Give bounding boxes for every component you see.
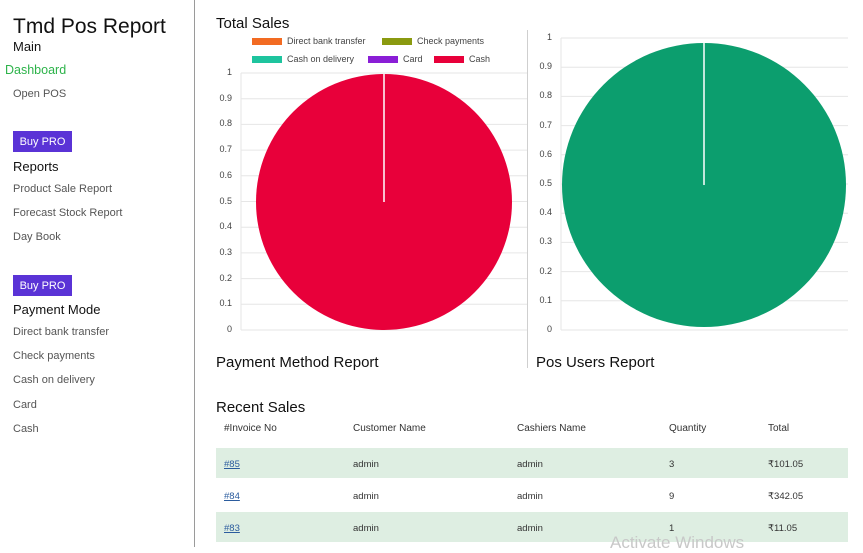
column-header-total: Total bbox=[768, 423, 790, 434]
total-cell: ₹101.05 bbox=[768, 459, 804, 470]
payment-method-report-heading: Payment Method Report bbox=[216, 354, 379, 371]
column-header-invoice: #Invoice No bbox=[224, 423, 277, 434]
total-cell: ₹11.05 bbox=[768, 523, 798, 534]
customer-cell: admin bbox=[353, 491, 379, 502]
invoice-link[interactable]: #85 bbox=[224, 459, 240, 470]
cashier-cell: admin bbox=[517, 523, 543, 534]
customer-cell: admin bbox=[353, 523, 379, 534]
table-row: #83 admin admin 1 ₹11.05 bbox=[216, 512, 848, 542]
invoice-link[interactable]: #84 bbox=[224, 491, 240, 502]
quantity-cell: 3 bbox=[669, 459, 675, 470]
pos-users-report-heading: Pos Users Report bbox=[536, 354, 655, 371]
windows-watermark: Activate Windows bbox=[610, 533, 745, 552]
table-row: #85 admin admin 3 ₹101.05 bbox=[216, 448, 848, 478]
cashier-cell: admin bbox=[517, 459, 543, 470]
column-header-cashier: Cashiers Name bbox=[517, 423, 586, 434]
total-cell: ₹342.05 bbox=[768, 491, 804, 502]
customer-cell: admin bbox=[353, 459, 379, 470]
recent-sales-heading: Recent Sales bbox=[216, 399, 306, 416]
cashier-cell: admin bbox=[517, 491, 543, 502]
quantity-cell: 9 bbox=[669, 491, 675, 502]
column-header-customer: Customer Name bbox=[353, 423, 426, 434]
invoice-link[interactable]: #83 bbox=[224, 523, 240, 534]
column-header-quantity: Quantity bbox=[669, 423, 707, 434]
table-row: #84 admin admin 9 ₹342.05 bbox=[216, 480, 848, 510]
